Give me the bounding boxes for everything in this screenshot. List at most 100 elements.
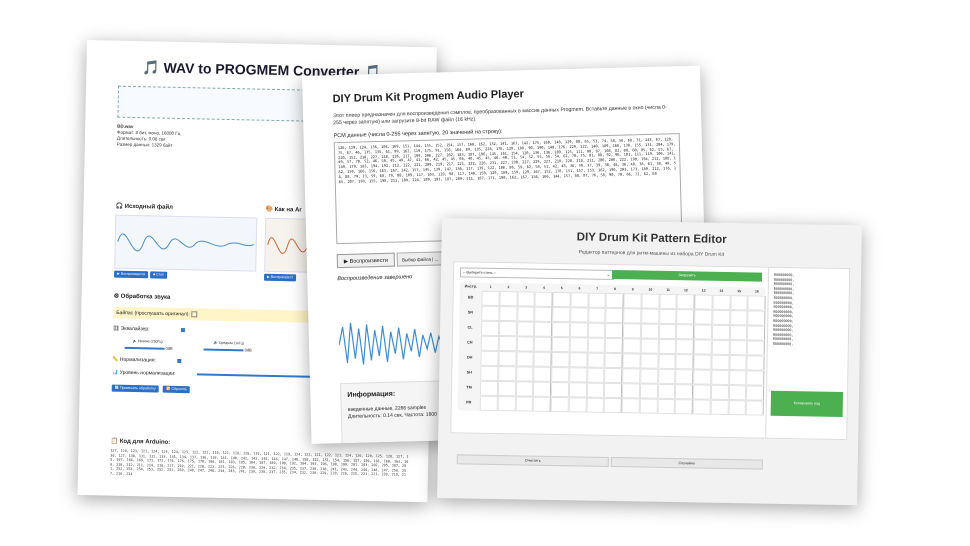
pattern-step-cell[interactable]: [729, 340, 748, 356]
pattern-step-cell[interactable]: [534, 291, 553, 307]
pattern-step-cell[interactable]: [568, 367, 587, 383]
load-button[interactable]: Загрузить: [611, 269, 763, 282]
pattern-step-cell[interactable]: [658, 338, 677, 355]
pattern-step-cell[interactable]: [533, 366, 552, 382]
pattern-step-cell[interactable]: [675, 339, 694, 355]
pattern-step-cell[interactable]: [498, 321, 517, 337]
pattern-step-cell[interactable]: [693, 324, 712, 340]
pattern-step-cell[interactable]: [675, 354, 694, 370]
pattern-step-cell[interactable]: [586, 352, 605, 368]
pattern-step-cell[interactable]: [693, 369, 712, 385]
pattern-step-cell[interactable]: [568, 382, 587, 398]
pattern-step-cell[interactable]: [693, 339, 712, 355]
pattern-step-cell[interactable]: [534, 321, 553, 337]
pattern-step-cell[interactable]: [658, 323, 677, 340]
pattern-step-cell[interactable]: [550, 381, 569, 398]
pattern-step-cell[interactable]: [552, 291, 571, 308]
pattern-step-cell[interactable]: [640, 353, 659, 369]
pattern-step-cell[interactable]: [605, 292, 624, 309]
pattern-step-cell[interactable]: [692, 399, 711, 415]
low-eq-slider[interactable]: [124, 347, 165, 351]
pattern-step-cell[interactable]: [639, 398, 658, 414]
reset-button[interactable]: 🔁 Сбросить: [163, 385, 191, 394]
pattern-step-cell[interactable]: [712, 294, 731, 311]
pattern-step-cell[interactable]: [497, 381, 516, 397]
pattern-step-cell[interactable]: [515, 381, 534, 397]
pattern-step-cell[interactable]: [675, 384, 694, 400]
pattern-step-cell[interactable]: [711, 309, 730, 326]
pattern-step-cell[interactable]: [747, 295, 766, 311]
pattern-step-cell[interactable]: [710, 399, 729, 416]
pattern-step-cell[interactable]: [498, 351, 517, 367]
stop-original-button[interactable]: ■ Стоп: [150, 271, 168, 279]
mid-eq-slider[interactable]: [203, 348, 244, 352]
pattern-step-cell[interactable]: [587, 322, 606, 338]
pattern-step-cell[interactable]: [587, 292, 606, 308]
pattern-step-cell[interactable]: [747, 325, 766, 341]
pattern-step-cell[interactable]: [639, 383, 658, 399]
pattern-step-cell[interactable]: [587, 307, 606, 323]
pattern-step-cell[interactable]: [728, 385, 747, 401]
pattern-step-cell[interactable]: [729, 295, 748, 311]
normalize-checkbox[interactable]: [177, 358, 182, 364]
pattern-step-cell[interactable]: [746, 355, 765, 371]
pattern-step-cell[interactable]: [551, 321, 570, 338]
pattern-step-cell[interactable]: [746, 340, 765, 356]
pattern-step-cell[interactable]: [674, 399, 693, 415]
pattern-step-cell[interactable]: [569, 322, 588, 338]
pattern-step-cell[interactable]: [551, 336, 570, 353]
copy-code-button[interactable]: Копировать код: [770, 390, 844, 418]
pattern-step-cell[interactable]: [497, 366, 516, 382]
pattern-step-cell[interactable]: [657, 353, 676, 370]
pattern-step-cell[interactable]: [480, 320, 499, 337]
pattern-step-cell[interactable]: [604, 337, 623, 354]
pattern-step-cell[interactable]: [675, 369, 694, 385]
pattern-step-cell[interactable]: [640, 323, 659, 339]
pattern-step-cell[interactable]: [658, 308, 677, 325]
pattern-step-cell[interactable]: [516, 336, 535, 352]
pattern-step-cell[interactable]: [516, 321, 535, 337]
equalizer-checkbox[interactable]: [180, 328, 185, 333]
pattern-step-cell[interactable]: [498, 336, 517, 352]
arduino-code[interactable]: 127, 124, 123, 121, 124, 124, 124, 123, …: [110, 449, 411, 483]
pattern-step-cell[interactable]: [729, 325, 748, 341]
style-select[interactable]: -- Выберите стиль -- ⌄: [459, 267, 615, 281]
pattern-step-cell[interactable]: [586, 382, 605, 398]
bypass-checkbox[interactable]: [191, 311, 198, 318]
pattern-step-cell[interactable]: [692, 384, 711, 400]
pattern-step-cell[interactable]: [694, 309, 713, 325]
pattern-step-cell[interactable]: [710, 369, 729, 386]
pattern-step-cell[interactable]: [621, 383, 640, 399]
pattern-step-cell[interactable]: [515, 366, 534, 382]
pattern-step-cell[interactable]: [604, 382, 623, 399]
pattern-step-cell[interactable]: [533, 336, 552, 352]
pattern-step-cell[interactable]: [676, 309, 695, 325]
pattern-step-cell[interactable]: [728, 370, 747, 386]
pattern-step-cell[interactable]: [568, 397, 587, 413]
pattern-step-cell[interactable]: [622, 323, 641, 339]
pattern-step-cell[interactable]: [621, 398, 640, 414]
pattern-step-cell[interactable]: [657, 398, 676, 415]
pattern-step-cell[interactable]: [657, 383, 676, 400]
pattern-step-cell[interactable]: [640, 338, 659, 354]
pattern-step-cell[interactable]: [516, 306, 535, 322]
pattern-step-cell[interactable]: [746, 385, 765, 401]
pattern-step-cell[interactable]: [747, 310, 766, 326]
pattern-step-cell[interactable]: [551, 351, 570, 368]
pattern-step-cell[interactable]: [499, 291, 518, 307]
pattern-step-cell[interactable]: [693, 354, 712, 370]
play-original-button[interactable]: ▶ Воспроизвести: [114, 270, 149, 279]
pattern-step-cell[interactable]: [481, 305, 500, 322]
pattern-step-cell[interactable]: [729, 310, 748, 326]
pattern-step-cell[interactable]: [480, 365, 499, 382]
pattern-step-cell[interactable]: [533, 381, 552, 397]
pattern-step-cell[interactable]: [498, 306, 517, 322]
pattern-step-cell[interactable]: [480, 335, 499, 352]
pattern-step-cell[interactable]: [605, 322, 624, 339]
pattern-step-cell[interactable]: [746, 370, 765, 386]
pattern-step-cell[interactable]: [623, 308, 642, 324]
pattern-step-cell[interactable]: [603, 397, 622, 414]
pattern-step-cell[interactable]: [550, 396, 569, 413]
pattern-step-cell[interactable]: [694, 294, 713, 310]
pattern-step-cell[interactable]: [711, 339, 730, 356]
